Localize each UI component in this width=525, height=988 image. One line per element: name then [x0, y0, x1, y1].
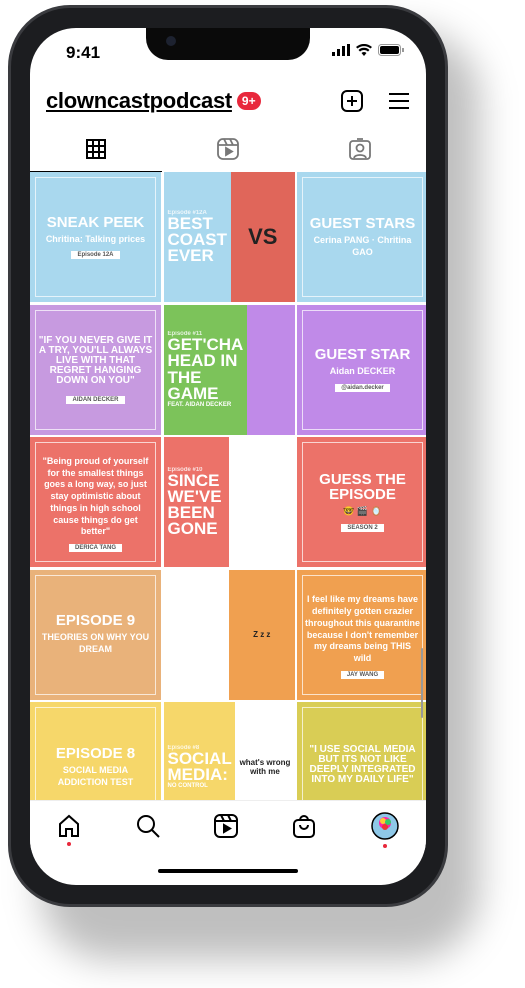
episode-title: SINCE WE'VE BEEN GONE [167, 470, 222, 539]
post-title: GUESS THE EPISODE [319, 471, 406, 504]
reels-icon [217, 138, 239, 160]
post-title: "I USE SOCIAL MEDIA BUT ITS NOT LIKE DEE… [309, 744, 416, 785]
nav-reels[interactable] [213, 813, 238, 838]
post-body: Cerina PANG · Chritina GAO [313, 234, 412, 257]
post-tag: DERICA TANG [69, 543, 122, 552]
menu-icon[interactable] [388, 91, 410, 111]
tab-grid[interactable] [30, 126, 162, 172]
notch [146, 28, 310, 60]
phone-screen: 9:41 clowncastpodcast 9+ SNEAK PEEK Chrit… [30, 28, 426, 885]
wifi-icon [356, 44, 372, 56]
search-icon [136, 814, 160, 838]
post-text-panel: Episode #10 SINCE WE'VE BEEN GONE [163, 437, 229, 567]
nav-home[interactable] [57, 814, 81, 846]
tab-tagged[interactable] [294, 126, 426, 172]
home-icon [59, 814, 80, 837]
nav-profile[interactable] [371, 811, 399, 848]
grid-post[interactable]: I feel like my dreams have definitely go… [297, 569, 426, 700]
username[interactable]: clowncastpodcast [46, 88, 232, 114]
post-title: GUEST STAR [314, 346, 411, 364]
post-body: I feel like my dreams have definitely go… [305, 594, 420, 663]
post-title: GUEST STARS [309, 214, 416, 232]
grid-post[interactable]: EPISODE 9 THEORIES ON WHY YOU DREAM [30, 569, 161, 700]
episode-label: Episode #8 [167, 744, 200, 751]
bottom-nav [30, 800, 426, 850]
shop-icon [293, 814, 316, 838]
grid-post[interactable]: "Being proud of yourself for the smalles… [30, 437, 161, 567]
tab-reels[interactable] [162, 126, 294, 172]
post-body: 🤓 🎬 🪞 [343, 506, 382, 517]
post-art-panel: Z z z [229, 569, 295, 700]
post-tag: Episode 12A [71, 251, 120, 260]
post-tag: @aidan.decker [335, 383, 390, 392]
post-tag: JAY WANG [340, 670, 385, 679]
grid-post[interactable]: Episode #9 MID NIGHT MEMORIES Z z z [163, 569, 295, 700]
grid-post[interactable]: Episode #11 GET'CHA HEAD IN THE GAME FEAT.… [163, 304, 295, 435]
episode-title: GET'CHA HEAD IN THE GAME [167, 335, 243, 403]
battery-icon [378, 44, 404, 56]
grid-post[interactable]: GUESS THE EPISODE 🤓 🎬 🪞 SEASON 2 [297, 437, 426, 567]
post-text-panel: Episode #11 GET'CHA HEAD IN THE GAME FEAT.… [163, 304, 247, 435]
post-body: Chritina: Talking prices [45, 233, 146, 244]
post-body: Aidan DECKER [329, 366, 396, 377]
signal-icon [332, 44, 350, 56]
episode-title: MID NIGHT [167, 616, 221, 652]
post-art-panel [229, 437, 295, 567]
art-text: what's wrong with me [239, 758, 291, 776]
profile-header: clowncastpodcast 9+ [46, 86, 410, 116]
status-icons [332, 44, 404, 56]
episode-title: SOCIAL MEDIA: [167, 748, 232, 784]
grid-icon [86, 138, 106, 159]
grid-post[interactable]: Episode #12A BEST COAST EVER VS [163, 172, 295, 302]
profile-tabs [30, 126, 426, 172]
grid-post[interactable]: Episode #10 SINCE WE'VE BEEN GONE [163, 437, 295, 567]
camera [166, 36, 176, 46]
home-dot [67, 841, 72, 846]
nav-search[interactable] [136, 814, 160, 838]
profile-dot [382, 843, 387, 848]
notification-badge[interactable]: 9+ [236, 92, 261, 110]
post-title: "IF YOU NEVER GIVE IT A TRY, YOU'LL ALWA… [38, 334, 153, 386]
post-grid: SNEAK PEEK Chritina: Talking prices Episod… [30, 172, 426, 832]
post-body: "Being proud of yourself for the smalles… [42, 456, 149, 537]
art-text: VS [248, 224, 278, 249]
episode-subtitle: MEMORIES [167, 650, 201, 657]
grid-post[interactable]: SNEAK PEEK Chritina: Talking prices Episod… [30, 172, 161, 302]
reels-icon [213, 813, 238, 838]
post-title: EPISODE 9 [55, 612, 136, 630]
episode-label: Episode #9 [167, 612, 200, 619]
art-text: Z z z [253, 630, 271, 639]
post-art-panel [246, 304, 295, 435]
profile-avatar [371, 811, 399, 840]
plus-square-icon[interactable] [340, 89, 364, 113]
grid-post[interactable]: GUEST STARS Cerina PANG · Chritina GAO [297, 172, 426, 302]
post-tag: SEASON 2 [341, 523, 384, 532]
episode-subtitle: FEAT. AIDAN DECKER [167, 401, 232, 408]
post-text-panel: Episode #12A BEST COAST EVER [163, 172, 231, 302]
post-body: THEORIES ON WHY YOU DREAM [41, 632, 150, 654]
grid-post[interactable]: "IF YOU NEVER GIVE IT A TRY, YOU'LL ALWA… [30, 304, 161, 435]
post-body: SOCIAL MEDIA ADDICTION TEST [57, 764, 134, 787]
grid-post[interactable]: GUEST STAR Aidan DECKER @aidan.decker [297, 304, 426, 435]
episode-label: Episode #11 [167, 331, 203, 338]
episode-label: Episode #10 [167, 466, 203, 473]
post-title: EPISODE 8 [55, 744, 136, 762]
scrollbar[interactable] [421, 648, 423, 718]
post-art-panel: VS [231, 172, 295, 302]
home-indicator[interactable] [158, 869, 298, 873]
nav-shop[interactable] [292, 814, 316, 838]
episode-label: Episode #12A [167, 209, 207, 216]
tagged-icon [349, 138, 371, 160]
post-title: SNEAK PEEK [46, 213, 145, 231]
status-time: 9:41 [66, 43, 101, 62]
episode-subtitle: NO CONTROL [167, 783, 208, 790]
post-tag: AIDAN DECKER [66, 395, 125, 404]
episode-title: BEST COAST EVER [167, 213, 228, 266]
post-text-panel: Episode #9 MID NIGHT MEMORIES [163, 569, 229, 700]
